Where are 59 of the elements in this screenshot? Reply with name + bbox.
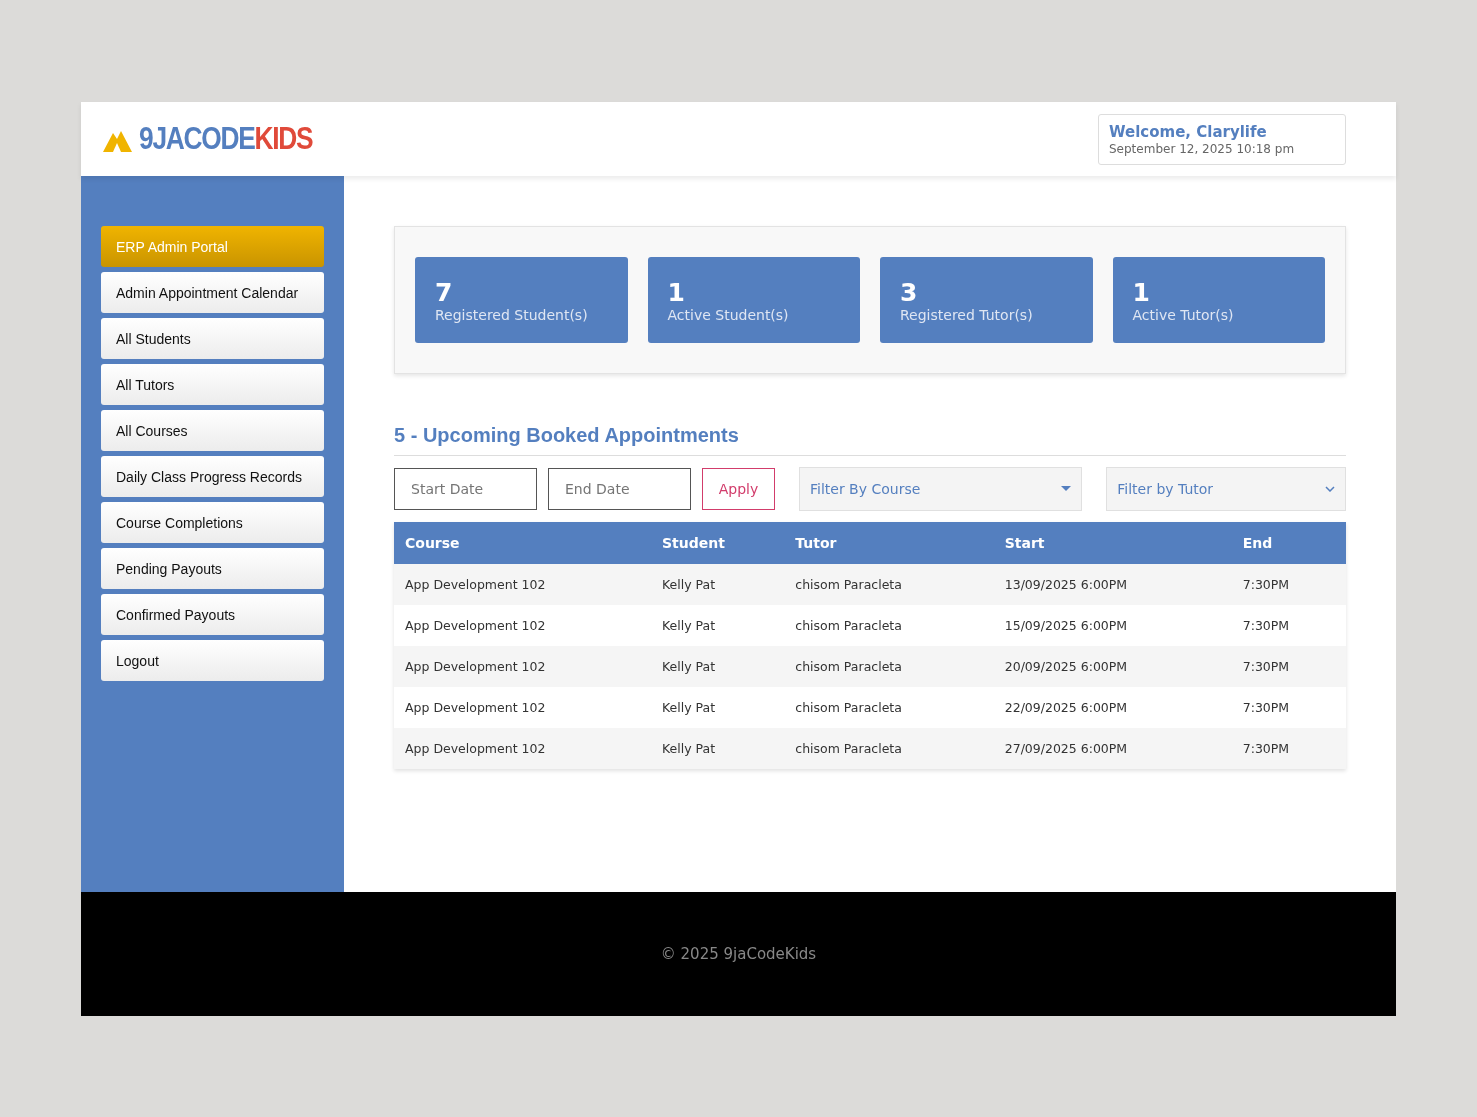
stat-value: 1	[667, 277, 686, 307]
column-header: Tutor	[784, 522, 994, 564]
table-cell: Kelly Pat	[651, 687, 785, 728]
start-date-field[interactable]: Start Date	[394, 468, 537, 510]
table-cell: Kelly Pat	[651, 564, 785, 605]
end-date-field[interactable]: End Date	[548, 468, 691, 510]
sidebar-item[interactable]: Admin Appointment Calendar	[101, 272, 324, 313]
copyright-text: © 2025 9jaCodeKids	[660, 945, 817, 963]
column-header: Student	[651, 522, 785, 564]
table-cell: 7:30PM	[1231, 605, 1346, 646]
sidebar-item[interactable]: All Courses	[101, 410, 324, 451]
table-cell: 7:30PM	[1231, 564, 1346, 605]
table-cell: 7:30PM	[1231, 646, 1346, 687]
table-cell: Kelly Pat	[651, 728, 785, 769]
date-time: September 12, 2025 10:18 pm	[1109, 141, 1296, 156]
stat-label: Registered Student(s)	[435, 306, 589, 323]
table-cell: chisom Paracleta	[784, 564, 994, 605]
apply-button[interactable]: Apply	[702, 468, 775, 510]
column-header: Course	[394, 522, 652, 564]
column-header: Start	[993, 522, 1232, 564]
table-cell: 15/09/2025 6:00PM	[993, 605, 1232, 646]
stat-value: 3	[900, 277, 919, 307]
table-cell: 7:30PM	[1231, 728, 1346, 769]
logo-text: 9JACODEKIDS	[139, 121, 313, 157]
sidebar-item[interactable]: All Students	[101, 318, 324, 359]
column-header: End	[1231, 522, 1346, 564]
table-cell: 7:30PM	[1231, 687, 1346, 728]
sidebar-item[interactable]: Confirmed Payouts	[101, 594, 324, 635]
table-cell: 20/09/2025 6:00PM	[993, 646, 1232, 687]
table-cell: App Development 102	[394, 646, 652, 687]
table-cell: chisom Paracleta	[784, 646, 994, 687]
welcome-text: Welcome, Clarylife	[1109, 122, 1268, 141]
table-cell: App Development 102	[394, 564, 652, 605]
sidebar-item[interactable]: Logout	[101, 640, 324, 681]
stat-label: Registered Tutor(s)	[900, 306, 1034, 323]
table-cell: chisom Paracleta	[784, 687, 994, 728]
table-cell: 13/09/2025 6:00PM	[993, 564, 1232, 605]
table-cell: chisom Paracleta	[784, 728, 994, 769]
stat-value: 1	[1132, 277, 1151, 307]
stat-label: Active Student(s)	[667, 306, 790, 323]
table-cell: App Development 102	[394, 728, 652, 769]
tutor-select[interactable]: Filter by Tutor	[1106, 467, 1346, 511]
sidebar-item[interactable]: Daily Class Progress Records	[101, 456, 324, 497]
sidebar-item[interactable]: Course Completions	[101, 502, 324, 543]
table-cell: 22/09/2025 6:00PM	[993, 687, 1232, 728]
chevron-icon	[1325, 486, 1335, 492]
section-title: 5 - Upcoming Booked Appointments	[394, 424, 1346, 456]
sidebar-item[interactable]: All Tutors	[101, 364, 324, 405]
table-cell: App Development 102	[394, 687, 652, 728]
stat-value: 7	[435, 277, 454, 307]
stat-label: Active Tutor(s)	[1132, 306, 1235, 323]
sidebar-item[interactable]: Pending Payouts	[101, 548, 324, 589]
table-cell: 27/09/2025 6:00PM	[993, 728, 1232, 769]
table-cell: Kelly Pat	[651, 646, 785, 687]
table-cell: App Development 102	[394, 605, 652, 646]
course-select[interactable]: Filter By Course	[799, 467, 1083, 511]
table-cell: Kelly Pat	[651, 605, 785, 646]
caret-icon	[1061, 486, 1072, 492]
table-cell: chisom Paracleta	[784, 605, 994, 646]
